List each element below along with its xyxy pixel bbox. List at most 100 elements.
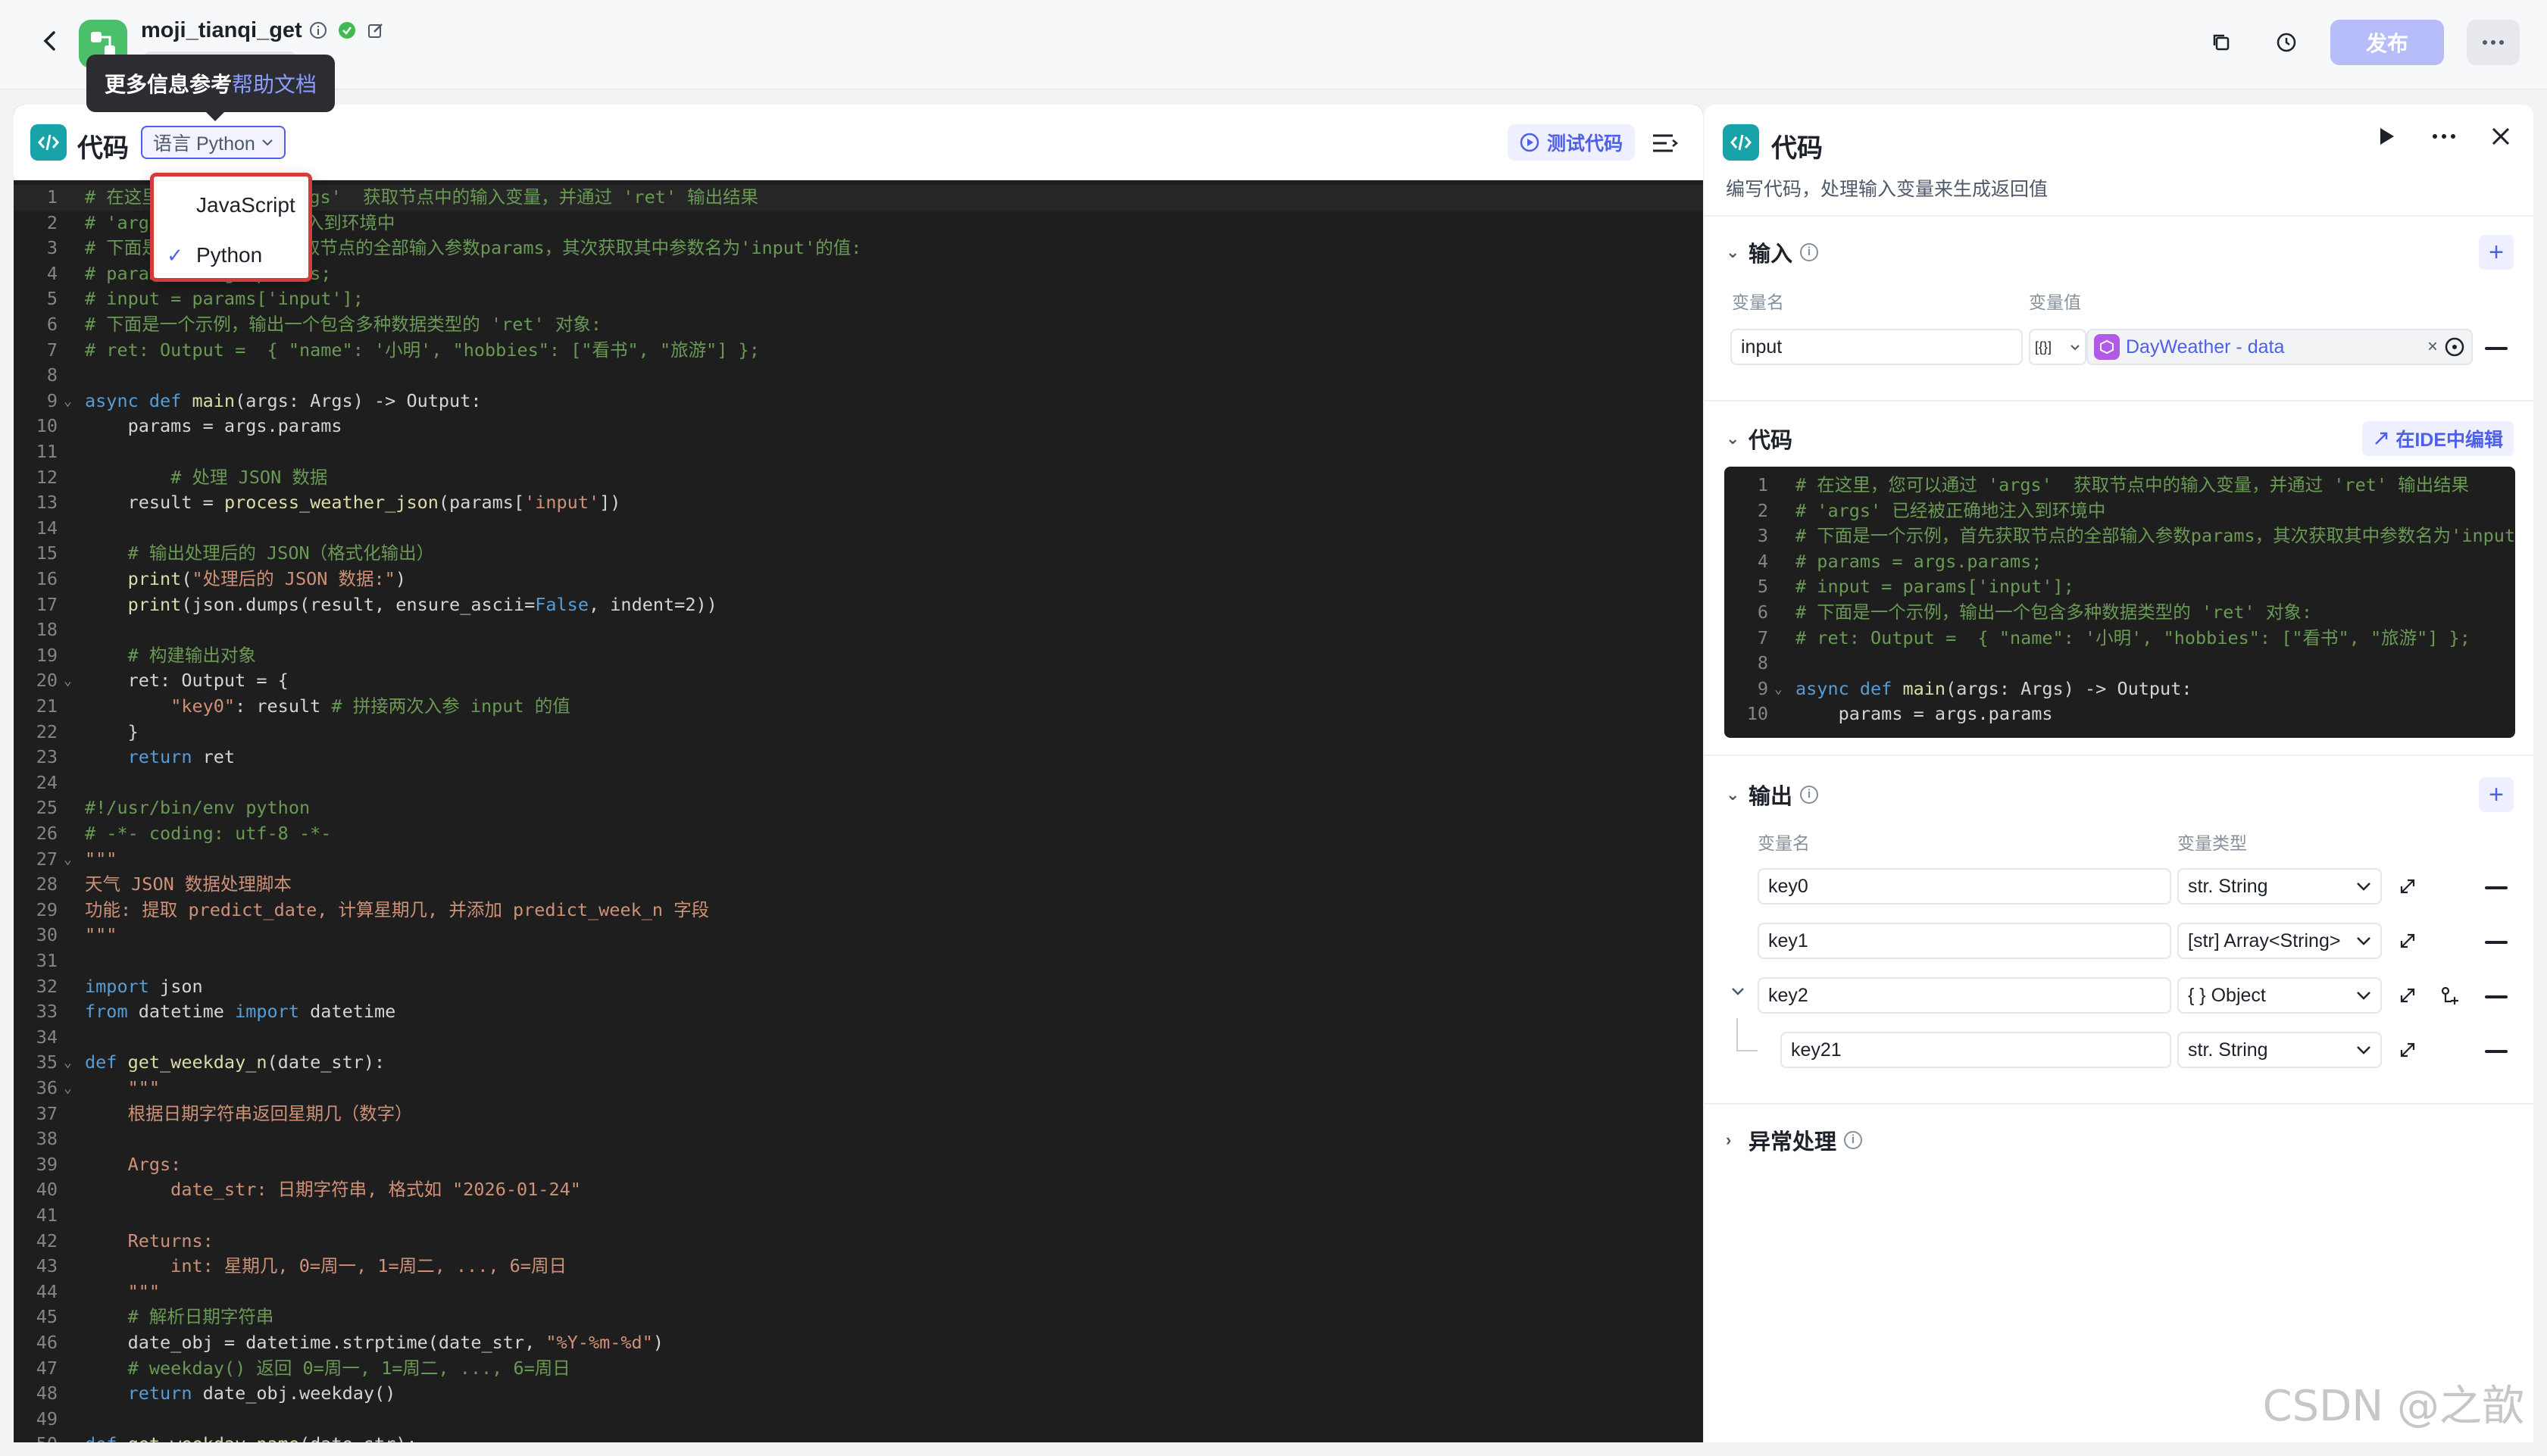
more-options-button[interactable] bbox=[2467, 20, 2520, 65]
language-option-python[interactable]: ✓ Python bbox=[154, 231, 308, 280]
fold-chevron-icon[interactable]: ⌄ bbox=[64, 1050, 72, 1076]
code-line[interactable]: 41 bbox=[14, 1203, 1703, 1229]
add-child-icon[interactable] bbox=[2439, 985, 2461, 1006]
code-line[interactable]: 36 ⌄ """ bbox=[14, 1076, 1703, 1101]
back-button[interactable] bbox=[36, 27, 64, 55]
code-line[interactable]: 35 ⌄ def get_weekday_n(date_str): bbox=[14, 1050, 1703, 1076]
help-doc-link[interactable]: 帮助文档 bbox=[232, 68, 317, 98]
code-line[interactable]: 37 根据日期字符串返回星期几（数字） bbox=[14, 1101, 1703, 1127]
code-line[interactable]: 40 date_str: 日期字符串, 格式如 "2026-01-24" bbox=[14, 1177, 1703, 1203]
code-line[interactable]: 19 # 构建输出对象 bbox=[14, 643, 1703, 669]
input-value-reference[interactable]: DayWeather - data × bbox=[2086, 329, 2473, 365]
output-section-header[interactable]: ⌄ 输出 i bbox=[1726, 779, 1819, 811]
close-icon[interactable] bbox=[2491, 127, 2511, 146]
expand-icon[interactable] bbox=[2399, 1041, 2417, 1059]
fold-chevron-icon[interactable]: ⌄ bbox=[64, 847, 72, 873]
code-line[interactable]: 6 # 下面是一个示例，输出一个包含多种数据类型的 'ret' 对象: bbox=[1724, 600, 2515, 626]
code-line[interactable]: 46 date_obj = datetime.strptime(date_str… bbox=[14, 1330, 1703, 1356]
code-line[interactable]: 16 print("处理后的 JSON 数据:") bbox=[14, 567, 1703, 592]
code-line[interactable]: 43 int: 星期几, 0=周一, 1=周二, ..., 6=周日 bbox=[14, 1254, 1703, 1279]
output-type-select[interactable]: [str] Array<String> bbox=[2177, 923, 2382, 959]
run-icon[interactable] bbox=[2377, 126, 2397, 147]
info-icon[interactable]: i bbox=[1800, 786, 1819, 804]
code-line[interactable]: 13 result = process_weather_json(params[… bbox=[14, 490, 1703, 516]
output-name-field[interactable]: key0 bbox=[1758, 868, 2171, 905]
code-line[interactable]: 28 天气 JSON 数据处理脚本 bbox=[14, 872, 1703, 898]
code-line[interactable]: 10 params = args.params bbox=[1724, 701, 2515, 727]
code-line[interactable]: 2 # 'args' 已经被正确地注入到环境中 bbox=[1724, 498, 2515, 524]
error-section-header[interactable]: › 异常处理 i bbox=[1726, 1124, 1863, 1156]
code-line[interactable]: 14 bbox=[14, 516, 1703, 542]
code-editor[interactable]: 1 # 在这里，您可以通过 'args' 获取节点中的输入变量，并通过 'ret'… bbox=[14, 180, 1703, 1442]
edit-in-ide-button[interactable]: 在IDE中编辑 bbox=[2362, 421, 2514, 456]
code-line[interactable]: 7 # ret: Output = { "name": '小明', "hobbie… bbox=[1724, 626, 2515, 651]
remove-output-button[interactable] bbox=[2485, 1050, 2508, 1053]
output-name-field[interactable]: key21 bbox=[1780, 1032, 2171, 1068]
add-output-button[interactable]: + bbox=[2479, 777, 2514, 812]
code-line[interactable]: 34 bbox=[14, 1025, 1703, 1051]
code-line[interactable]: 5 # input = params['input']; bbox=[1724, 574, 2515, 600]
input-name-field[interactable]: input bbox=[1730, 329, 2023, 365]
code-line[interactable]: 45 # 解析日期字符串 bbox=[14, 1304, 1703, 1330]
code-line[interactable]: 50 def get_weekday_name(date_str): bbox=[14, 1432, 1703, 1442]
expand-icon[interactable] bbox=[2399, 986, 2417, 1005]
output-name-field[interactable]: key1 bbox=[1758, 923, 2171, 959]
input-section-header[interactable]: ⌄ 输入 i bbox=[1726, 236, 1819, 268]
code-line[interactable]: 47 # weekday() 返回 0=周一, 1=周二, ..., 6=周日 bbox=[14, 1356, 1703, 1382]
outline-toggle-button[interactable] bbox=[1650, 130, 1680, 156]
clear-icon[interactable]: × bbox=[2427, 336, 2438, 358]
code-line[interactable]: 23 return ret bbox=[14, 745, 1703, 770]
history-button[interactable] bbox=[2265, 21, 2308, 64]
code-line[interactable]: 39 Args: bbox=[14, 1152, 1703, 1178]
code-line[interactable]: 44 """ bbox=[14, 1279, 1703, 1305]
test-code-button[interactable]: 测试代码 bbox=[1507, 124, 1635, 161]
code-line[interactable]: 22 } bbox=[14, 720, 1703, 745]
info-icon[interactable]: i bbox=[1800, 243, 1819, 261]
output-name-field[interactable]: key2 bbox=[1758, 977, 2171, 1014]
code-line[interactable]: 32 import json bbox=[14, 974, 1703, 1000]
code-line[interactable]: 27 ⌄ """ bbox=[14, 847, 1703, 873]
code-line[interactable]: 25 #!/usr/bin/env python bbox=[14, 795, 1703, 821]
code-line[interactable]: 31 bbox=[14, 948, 1703, 974]
code-line[interactable]: 6 # 下面是一个示例，输出一个包含多种数据类型的 'ret' 对象: bbox=[14, 312, 1703, 338]
code-section-header[interactable]: ⌄ 代码 bbox=[1726, 423, 1792, 455]
language-option-javascript[interactable]: JavaScript bbox=[154, 181, 308, 230]
info-icon[interactable]: i bbox=[1844, 1131, 1863, 1149]
code-line[interactable]: 30 """ bbox=[14, 923, 1703, 948]
copy-button[interactable] bbox=[2200, 21, 2242, 64]
fold-chevron-icon[interactable]: ⌄ bbox=[64, 389, 72, 414]
info-icon[interactable] bbox=[309, 21, 327, 39]
code-line[interactable]: 7 # ret: Output = { "name": '小明', "hobbie… bbox=[14, 338, 1703, 364]
code-line[interactable]: 8 bbox=[1724, 651, 2515, 676]
code-line[interactable]: 21 "key0": result # 拼接两次入参 input 的值 bbox=[14, 694, 1703, 720]
expand-icon[interactable] bbox=[2399, 877, 2417, 895]
code-line[interactable]: 15 # 输出处理后的 JSON（格式化输出） bbox=[14, 541, 1703, 567]
code-line[interactable]: 5 # input = params['input']; bbox=[14, 286, 1703, 312]
fold-chevron-icon[interactable]: ⌄ bbox=[64, 668, 72, 694]
code-line[interactable]: 4 # params = args.params; bbox=[1724, 549, 2515, 575]
remove-input-button[interactable] bbox=[2485, 347, 2508, 350]
output-type-select[interactable]: str. String bbox=[2177, 1032, 2382, 1068]
fold-chevron-icon[interactable]: ⌄ bbox=[64, 1076, 72, 1101]
ellipsis-icon[interactable] bbox=[2432, 133, 2456, 139]
code-line[interactable]: 48 return date_obj.weekday() bbox=[14, 1381, 1703, 1407]
add-input-button[interactable]: + bbox=[2479, 235, 2514, 270]
code-line[interactable]: 33 from datetime import datetime bbox=[14, 999, 1703, 1025]
code-line[interactable]: 11 bbox=[14, 439, 1703, 465]
output-type-select[interactable]: str. String bbox=[2177, 868, 2382, 905]
remove-output-button[interactable] bbox=[2485, 886, 2508, 889]
edit-icon[interactable] bbox=[367, 21, 385, 39]
output-type-select[interactable]: { } Object bbox=[2177, 977, 2382, 1014]
code-line[interactable]: 38 bbox=[14, 1126, 1703, 1152]
code-line[interactable]: 9 ⌄ async def main(args: Args) -> Output: bbox=[1724, 676, 2515, 702]
code-line[interactable]: 42 Returns: bbox=[14, 1229, 1703, 1254]
chevron-down-icon[interactable] bbox=[1730, 986, 1745, 997]
code-line[interactable]: 29 功能: 提取 predict_date, 计算星期几, 并添加 predic… bbox=[14, 898, 1703, 923]
remove-output-button[interactable] bbox=[2485, 995, 2508, 998]
fold-chevron-icon[interactable]: ⌄ bbox=[1774, 676, 1783, 702]
expand-icon[interactable] bbox=[2399, 932, 2417, 950]
code-line[interactable]: 10 params = args.params bbox=[14, 414, 1703, 439]
remove-output-button[interactable] bbox=[2485, 941, 2508, 944]
code-line[interactable]: 8 bbox=[14, 363, 1703, 389]
code-line[interactable]: 9 ⌄ async def main(args: Args) -> Output: bbox=[14, 389, 1703, 414]
